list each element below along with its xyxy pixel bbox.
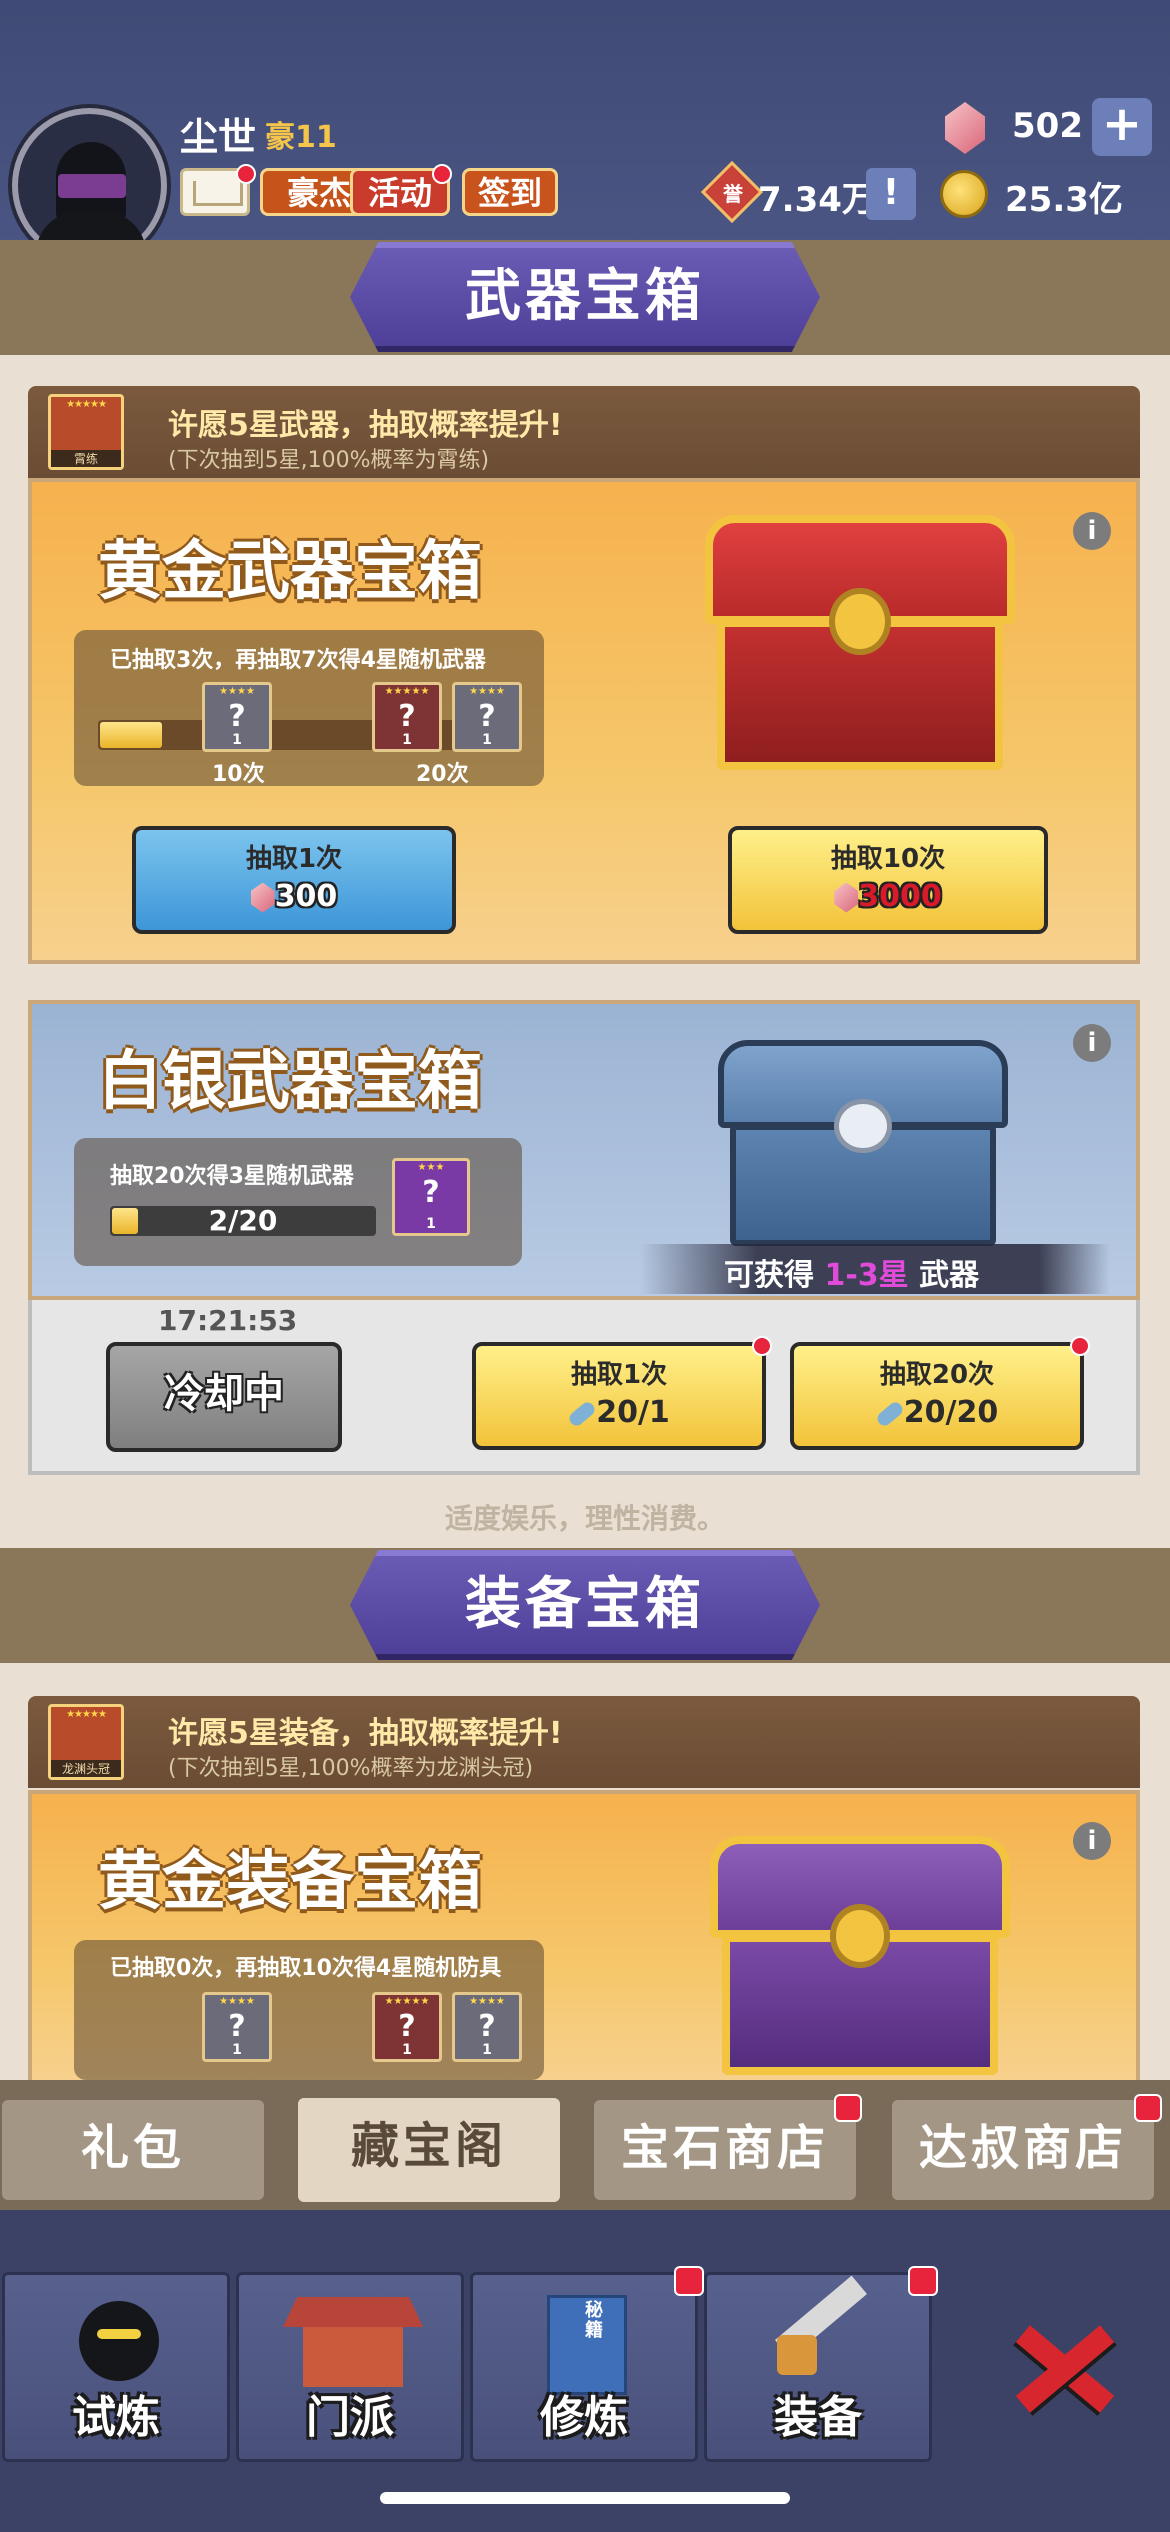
gem-icon — [250, 882, 275, 913]
gem-shop-badge — [834, 2094, 862, 2122]
ticket-count: 7.34万 — [758, 180, 876, 220]
gold-weapon-chest-title: 黄金武器宝箱 — [98, 535, 482, 609]
mail-badge — [236, 164, 256, 184]
tab-gift-pack[interactable]: 礼包 — [2, 2100, 264, 2200]
equip-reward-20-icon[interactable]: ? ★★★★★ 1 — [372, 1992, 442, 2062]
nav-cultivate[interactable]: 秘籍 修炼 — [470, 2272, 698, 2462]
draw-1-badge — [752, 1336, 772, 1356]
weapon-chest-banner: 武器宝箱 — [350, 242, 820, 352]
weapon-wish-subtitle: (下次抽到5星,100%概率为霄练) — [168, 448, 490, 473]
gold-equipment-chest-image — [710, 1836, 1010, 2080]
equipment-wish-subtitle: (下次抽到5星,100%概率为龙渊头冠) — [168, 1756, 534, 1781]
gold-weapon-progress-text: 已抽取3次，再抽取7次得4星随机武器 — [110, 648, 486, 673]
player-name: 尘世 — [180, 115, 257, 159]
responsible-gaming-notice: 适度娱乐，理性消费。 — [444, 1502, 725, 1535]
key-icon — [566, 1399, 598, 1428]
key-icon — [874, 1399, 905, 1428]
cooldown-timer: 17:21:53 — [158, 1304, 298, 1337]
top-bar — [0, 0, 1170, 245]
coin-count: 25.3亿 — [1005, 180, 1123, 220]
gold-weapon-draw-10-button[interactable]: 抽取10次 3000 — [728, 826, 1048, 934]
gold-equipment-progress-text: 已抽取0次，再抽取10次得4星随机防具 — [110, 1956, 502, 1981]
silver-weapon-info-icon[interactable]: i — [1073, 1024, 1111, 1062]
mark-20-label: 20次 — [416, 762, 469, 787]
weapon-wish-title: 许愿5星武器，抽取概率提升! — [168, 408, 563, 443]
uncle-shop-badge — [1134, 2094, 1162, 2122]
tab-treasure-pavilion[interactable]: 藏宝阁 — [298, 2098, 560, 2202]
gold-equipment-info-icon[interactable]: i — [1073, 1822, 1111, 1860]
equipment-chest-banner: 装备宝箱 — [350, 1550, 820, 1660]
tab-uncle-shop[interactable]: 达叔商店 — [892, 2100, 1154, 2200]
equip-reward-10-icon[interactable]: ? ★★★★ 1 — [202, 1992, 272, 2062]
gem-count: 502 — [1012, 106, 1083, 146]
close-button[interactable] — [940, 2262, 1170, 2462]
checkin-button[interactable]: 签到 — [462, 168, 558, 216]
ninja-icon — [79, 2301, 159, 2381]
reward-20-extra-icon[interactable]: ? ★★★★ 1 — [452, 682, 522, 752]
gold-weapon-chest-image — [705, 515, 1015, 775]
reward-20-icon[interactable]: ? ★★★★★ 1 — [372, 682, 442, 752]
home-indicator[interactable] — [380, 2492, 790, 2504]
cultivate-badge — [674, 2266, 704, 2296]
silver-reward-icon[interactable]: ? ★★★ 1 — [392, 1158, 470, 1236]
nav-sect[interactable]: 门派 — [236, 2272, 464, 2462]
draw-20-badge — [1070, 1336, 1090, 1356]
equip-reward-20-extra-icon[interactable]: ? ★★★★ 1 — [452, 1992, 522, 2062]
silver-weapon-progress-value: 2/20 — [208, 1204, 278, 1237]
silver-weapon-progress-text: 抽取20次得3星随机武器 — [110, 1164, 354, 1189]
gold-equipment-chest-title: 黄金装备宝箱 — [98, 1845, 482, 1919]
event-badge — [432, 164, 452, 184]
add-gems-button[interactable]: + — [1092, 98, 1152, 156]
silver-weapon-draw-1-button[interactable]: 抽取1次 20/1 — [472, 1342, 766, 1450]
coin-icon — [940, 170, 988, 218]
silver-weapon-draw-20-button[interactable]: 抽取20次 20/20 — [790, 1342, 1084, 1450]
cooldown-button[interactable]: 冷却中 — [106, 1342, 342, 1452]
gem-icon — [834, 882, 859, 913]
equipment-wish-title: 许愿5星装备，抽取概率提升! — [168, 1716, 563, 1751]
mark-10-label: 10次 — [212, 762, 265, 787]
gold-weapon-draw-1-button[interactable]: 抽取1次 300 — [132, 826, 456, 934]
wish-equipment-icon[interactable]: ★★★★★ 龙渊头冠 — [48, 1704, 124, 1780]
reward-10-icon[interactable]: ? ★★★★ 1 — [202, 682, 272, 752]
nav-trial[interactable]: 试炼 — [2, 2272, 230, 2462]
wish-weapon-icon[interactable]: ★★★★★ 霄练 — [48, 394, 124, 470]
nav-equipment[interactable]: 装备 — [704, 2272, 932, 2462]
vip-level: 豪11 — [265, 120, 337, 155]
silver-weapon-chest-title: 白银武器宝箱 — [98, 1045, 482, 1119]
silver-obtain-text: 可获得 1-3星 武器 — [724, 1258, 980, 1293]
gold-weapon-info-icon[interactable]: i — [1073, 512, 1111, 550]
temple-icon — [283, 2297, 423, 2327]
ticket-info-button[interactable]: ! — [866, 168, 916, 220]
equipment-badge — [908, 2266, 938, 2296]
tab-gem-shop[interactable]: 宝石商店 — [594, 2100, 856, 2200]
silver-weapon-chest-image — [718, 1040, 1008, 1250]
